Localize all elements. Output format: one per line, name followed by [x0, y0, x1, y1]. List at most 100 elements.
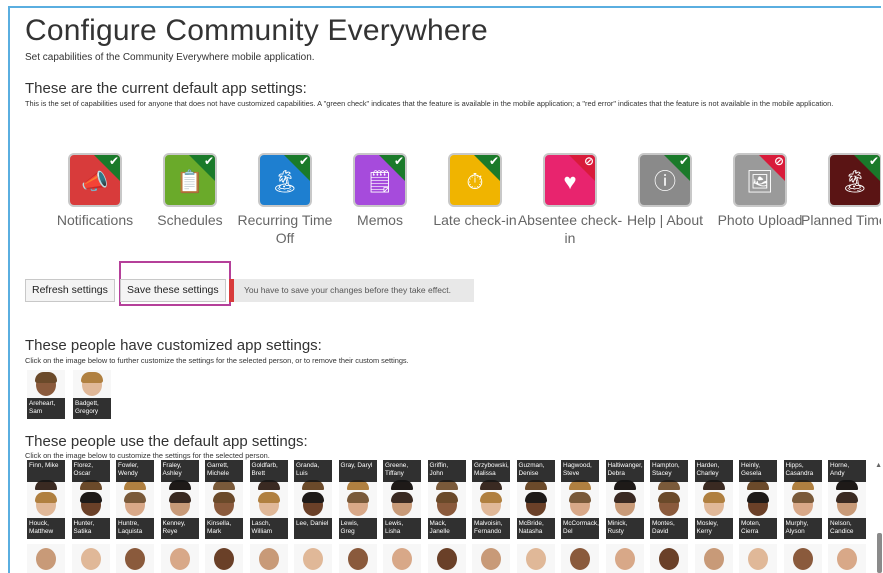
person-thumbnail[interactable]: [472, 544, 510, 573]
palm-tree-icon[interactable]: 🏝 ✔: [258, 153, 312, 207]
person-thumbnail[interactable]: Mack, Janelle: [427, 490, 466, 539]
page-title: Configure Community Everywhere: [25, 14, 488, 47]
person-thumbnail[interactable]: [116, 544, 154, 573]
avatar: [258, 548, 279, 570]
hair: [836, 492, 858, 503]
person-thumbnail[interactable]: [561, 544, 599, 573]
person-thumbnail[interactable]: Areheart, Sam: [27, 370, 65, 419]
avatar: [481, 548, 501, 570]
content-frame: Configure Community Everywhere Set capab…: [8, 6, 881, 573]
person-thumbnail[interactable]: Murphy, Alyson: [783, 490, 822, 539]
person-thumbnail[interactable]: [783, 544, 822, 573]
hair: [524, 492, 547, 503]
person-name: Lee, Daniel: [294, 518, 332, 539]
person-thumbnail[interactable]: [205, 544, 243, 573]
person-thumbnail[interactable]: Lasch, William: [249, 490, 288, 539]
megaphone-icon[interactable]: 📣 ✔: [68, 153, 122, 207]
person-thumbnail[interactable]: [739, 544, 777, 573]
person-name: Gray, Daryl: [338, 460, 377, 482]
memo-icon[interactable]: 🗒 ✔: [353, 153, 407, 207]
feature-tile[interactable]: 📣 ✔ Notifications: [40, 153, 150, 229]
feature-tile[interactable]: ♥ ⊘ Absentee check-in: [515, 153, 625, 247]
error-icon: ⊘: [773, 154, 784, 168]
feature-tile[interactable]: 🗒 ✔ Memos: [325, 153, 435, 229]
avatar: [748, 548, 768, 570]
save-notice: You have to save your changes before the…: [229, 279, 474, 302]
person-name: McBride, Natasha: [516, 518, 555, 539]
person-thumbnail[interactable]: [383, 544, 421, 573]
person-name: Nelson, Candice: [828, 518, 866, 539]
person-thumbnail[interactable]: Lee, Daniel: [294, 490, 332, 539]
palm-tree-icon[interactable]: 🏝 ✔: [828, 153, 881, 207]
scrollbar-thumb[interactable]: [877, 533, 882, 573]
stopwatch-icon[interactable]: ⏱ ✔: [448, 153, 502, 207]
person-thumbnail[interactable]: Malvoisin, Fernando: [472, 490, 510, 539]
person-thumbnail[interactable]: Huntre, Laquista: [116, 490, 154, 539]
defaults-heading: These are the current default app settin…: [25, 80, 307, 97]
check-icon: ✔: [108, 154, 119, 168]
avatar: [169, 548, 190, 570]
person-thumbnail[interactable]: Minick, Rusty: [605, 490, 644, 539]
person-thumbnail[interactable]: Mosley, Kerry: [694, 490, 733, 539]
person-thumbnail[interactable]: [516, 544, 555, 573]
person-name: Areheart, Sam: [27, 398, 65, 419]
person-thumbnail[interactable]: McCormack, Del: [561, 490, 599, 539]
scroll-up-arrow-icon[interactable]: ▲: [875, 462, 882, 469]
person-name: Lasch, William: [249, 518, 288, 539]
person-thumbnail[interactable]: [338, 544, 377, 573]
avatar: [392, 548, 412, 570]
person-thumbnail[interactable]: Kenney, Reye: [160, 490, 199, 539]
person-thumbnail[interactable]: [605, 544, 644, 573]
feature-tile[interactable]: 🖼 ⊘ Photo Upload: [705, 153, 815, 229]
hair: [257, 492, 280, 503]
save-settings-button[interactable]: Save these settings: [120, 279, 226, 302]
photo-icon[interactable]: 🖼 ⊘: [733, 153, 787, 207]
hair: [346, 492, 369, 503]
refresh-settings-button[interactable]: Refresh settings: [25, 279, 115, 302]
feature-tile[interactable]: 🏝✔ Planned Time Off: [800, 153, 881, 229]
person-thumbnail[interactable]: Houck, Matthew: [27, 490, 65, 539]
hair: [81, 372, 103, 383]
error-icon: ⊘: [583, 154, 594, 168]
feature-tile[interactable]: ⏱ ✔ Late check-in: [420, 153, 530, 229]
check-icon: ✔: [488, 154, 499, 168]
feature-tile[interactable]: 🏝 ✔ Recurring Time Off: [230, 153, 340, 247]
person-thumbnail[interactable]: [694, 544, 733, 573]
person-name: Mosley, Kerry: [694, 518, 733, 539]
person-thumbnail[interactable]: Montes, David: [650, 490, 688, 539]
person-thumbnail[interactable]: [828, 544, 866, 573]
scrollbar[interactable]: ▲: [874, 458, 883, 573]
person-thumbnail[interactable]: Nelson, Candice: [828, 490, 866, 539]
feature-label: Late check-in: [433, 212, 517, 228]
avatar: [570, 548, 590, 570]
person-thumbnail[interactable]: [294, 544, 332, 573]
info-icon[interactable]: ⓘ ✔: [638, 153, 692, 207]
feature-tile[interactable]: ⓘ ✔ Help | About: [610, 153, 720, 229]
feature-tile[interactable]: 📋 ✔ Schedules: [135, 153, 245, 229]
hair: [35, 492, 57, 503]
person-thumbnail[interactable]: [27, 544, 65, 573]
person-name: Mack, Janelle: [427, 518, 466, 539]
person-thumbnail[interactable]: [249, 544, 288, 573]
avatar: [792, 548, 813, 570]
person-thumbnail[interactable]: [71, 544, 110, 573]
person-thumbnail[interactable]: Hunter, Satika: [71, 490, 110, 539]
person-thumbnail[interactable]: [160, 544, 199, 573]
person-thumbnail[interactable]: Moten, Cierra: [739, 490, 777, 539]
person-name: Harden, Charley: [694, 460, 733, 482]
person-thumbnail[interactable]: Kinsella, Mark: [205, 490, 243, 539]
person-thumbnail[interactable]: Lewis, Lisha: [383, 490, 421, 539]
clipboard-icon[interactable]: 📋 ✔: [163, 153, 217, 207]
person-thumbnail[interactable]: [427, 544, 466, 573]
person-thumbnail[interactable]: McBride, Natasha: [516, 490, 555, 539]
person-thumbnail[interactable]: Badgett, Gregory: [73, 370, 111, 419]
heartbeat-icon[interactable]: ♥ ⊘: [543, 153, 597, 207]
avatar: [525, 548, 546, 570]
person-thumbnail[interactable]: [650, 544, 688, 573]
feature-label: Absentee check-in: [517, 212, 623, 246]
person-name: Hampton, Stacey: [650, 460, 688, 482]
person-name: Fraley, Ashley: [160, 460, 199, 482]
defaults-description: This is the set of capabilities used for…: [25, 99, 834, 108]
person-thumbnail[interactable]: Lewis, Greg: [338, 490, 377, 539]
person-name: Haltiwanger, Debra: [605, 460, 644, 482]
